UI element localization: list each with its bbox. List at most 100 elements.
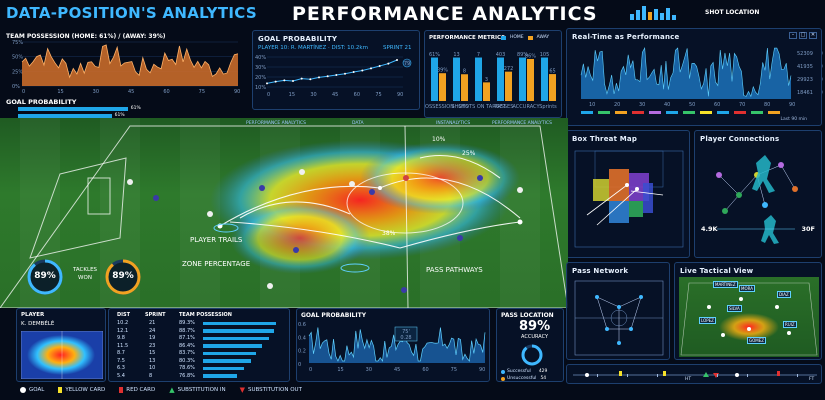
gpl-point [318, 76, 320, 79]
player-heatmap [21, 331, 103, 379]
gpl-point [335, 74, 338, 76]
cell-dist: 5.4 [117, 372, 125, 379]
minimize-button[interactable]: – [789, 32, 797, 39]
tactical-player-tag[interactable]: SILVA [727, 305, 742, 312]
cell-bar [203, 351, 257, 355]
tp-ytick: 0% [12, 84, 20, 90]
pm-category: ACCURACY [512, 104, 540, 110]
cell-bar [203, 366, 244, 370]
unsuccessful-dot [501, 376, 505, 381]
pm-bar [497, 57, 504, 101]
tp-ytick: 25% [12, 69, 23, 75]
realtime-chart: 10 20 30 40 50 60 70 80 90 52309 41935 29923 18461 [580, 46, 823, 114]
pm-bar-label: 13 [453, 52, 459, 58]
gpl-point [361, 69, 364, 72]
cell-pos: 89.3% [179, 320, 195, 326]
goal-prob-bar [18, 107, 128, 111]
tp-ytick: 75% [12, 40, 23, 46]
cell-dist: 8.7 [117, 350, 125, 356]
rt-strip-seg [700, 111, 712, 114]
player-header: PLAYER [21, 312, 45, 318]
pass-network-panel: Pass Network [566, 262, 670, 360]
rt-strip-seg [598, 111, 610, 114]
gpl-ytick: 10% [255, 85, 266, 91]
rt-xtick: 80 [764, 102, 770, 108]
tactical-player-tag[interactable]: RUIZ [783, 321, 797, 328]
table-row: 7.5 13 80.3% [109, 358, 291, 366]
gpl-end-label: 79 [404, 61, 410, 67]
cell-sprint: 21 [149, 320, 156, 326]
cell-sprint: 10 [149, 365, 156, 371]
player-connections-graph [716, 155, 798, 244]
realtime-title: Real-Time as Performance [572, 33, 680, 41]
rt-right-label: 29923 [797, 77, 813, 83]
rt-xtick: 60 [714, 102, 720, 108]
table-row: 11.5 23 86.4% [109, 343, 291, 351]
player-connections-right-val: 30F [801, 225, 816, 233]
ad-board-4: PERFORMANCE ANALYTICS [492, 121, 552, 126]
pm-bar [549, 74, 556, 101]
cell-dist: 7.5 [117, 357, 125, 364]
unsuccessful-label: Unsuccessful [507, 376, 537, 381]
tp-xtick: 0 [22, 89, 25, 95]
gpb-xtick: 90 [479, 367, 485, 373]
live-tactical-panel: Live Tactical View MARTINEZ MORA DIAZ LOPEZ… [674, 262, 822, 360]
tactical-player-tag[interactable]: LOPEZ [699, 317, 716, 324]
legend-sub-out: SUBSTITUTION OUT [247, 387, 302, 393]
gauge-right-value: 89% [112, 271, 134, 281]
pm-category: POSSESSION [425, 104, 454, 110]
team-possession-panel: TEAM POSSESSION (HOME: 61%) / (AWAY: 39%… [4, 30, 240, 98]
rt-right-label: 52309 [797, 51, 813, 57]
legend-sub-in: SUBSTITUTION IN [177, 387, 226, 393]
pm-bar-label: 61% [429, 52, 440, 58]
cell-bar [203, 374, 238, 378]
box-threat-title: Box Threat Map [572, 135, 638, 143]
pass-network-title: Pass Network [572, 267, 629, 275]
pass-accuracy-value: 89% [519, 319, 551, 334]
tactical-player-tag[interactable]: MARTINEZ [713, 281, 738, 288]
pm-bar-label: 39% [437, 68, 448, 74]
rt-strip-seg [717, 111, 729, 114]
close-button[interactable]: ✕ [809, 32, 817, 39]
tactical-player-tag[interactable]: GOMEZ [747, 337, 766, 344]
gpl-point [266, 82, 268, 85]
gpl-ytick: 20% [255, 75, 266, 81]
gpb-ytick: 0.6 [298, 322, 306, 328]
legend-home-swatch [501, 35, 506, 40]
cell-pos: 87.1% [179, 335, 195, 341]
tactical-player-tag[interactable]: DIAZ [777, 291, 791, 298]
pm-bar [475, 57, 482, 101]
table-row: 10.2 21 89.3% [109, 320, 291, 328]
pm-bar-label: 272 [504, 66, 514, 72]
restore-button[interactable]: □ [799, 32, 807, 39]
gauge-right: 89% [104, 258, 142, 296]
gpb-ytick: 0.2 [298, 349, 306, 355]
tactical-player-tag[interactable]: MORA [739, 285, 755, 292]
performance-metrics-panel: PERFORMANCE METRICS HOME AWAY 61% 39% POSS… [424, 30, 562, 118]
timeline-ft: FT [809, 377, 815, 382]
pass-location-title: PASS LOCATION [501, 312, 554, 319]
shot-location-label: SHOT LOCATION [705, 9, 760, 16]
zone-pct-1: 10% [432, 136, 446, 143]
gpl-ytick: 30% [255, 65, 266, 71]
cell-bar [203, 329, 274, 333]
left-title: DATA-POSITION'S ANALYTICS [6, 4, 257, 22]
pm-bar-label: 86% [525, 53, 536, 59]
stats-table-panel: DIST SPRINT TEAM POSSESSION 10.2 21 89.3% 1… [108, 308, 290, 382]
zone-pct-2: 25% [462, 150, 476, 157]
rt-xtick: 90 [789, 102, 795, 108]
team-possession-title: TEAM POSSESSION (HOME: 61%) / (AWAY: 39%… [6, 33, 166, 40]
cell-bar [203, 321, 276, 325]
gpl-point [378, 65, 381, 67]
cell-pos: 78.6% [179, 365, 195, 371]
performance-metrics-chart: 61%39%POSSESSION138SHOTS73SHOTS ON TARGE… [425, 52, 557, 110]
pass-network-graph [574, 280, 664, 356]
sprint-label: SPRINT 21 [383, 45, 412, 51]
gpl-point [309, 78, 312, 81]
box-threat-panel: Box Threat Map [566, 130, 690, 258]
ad-board-1: PERFORMANCE ANALYTICS [246, 121, 306, 126]
rt-strip-seg [615, 111, 627, 114]
gpb-ytick: 0 [298, 362, 301, 368]
tp-xtick: 15 [57, 89, 63, 95]
cell-sprint: 15 [149, 350, 156, 356]
